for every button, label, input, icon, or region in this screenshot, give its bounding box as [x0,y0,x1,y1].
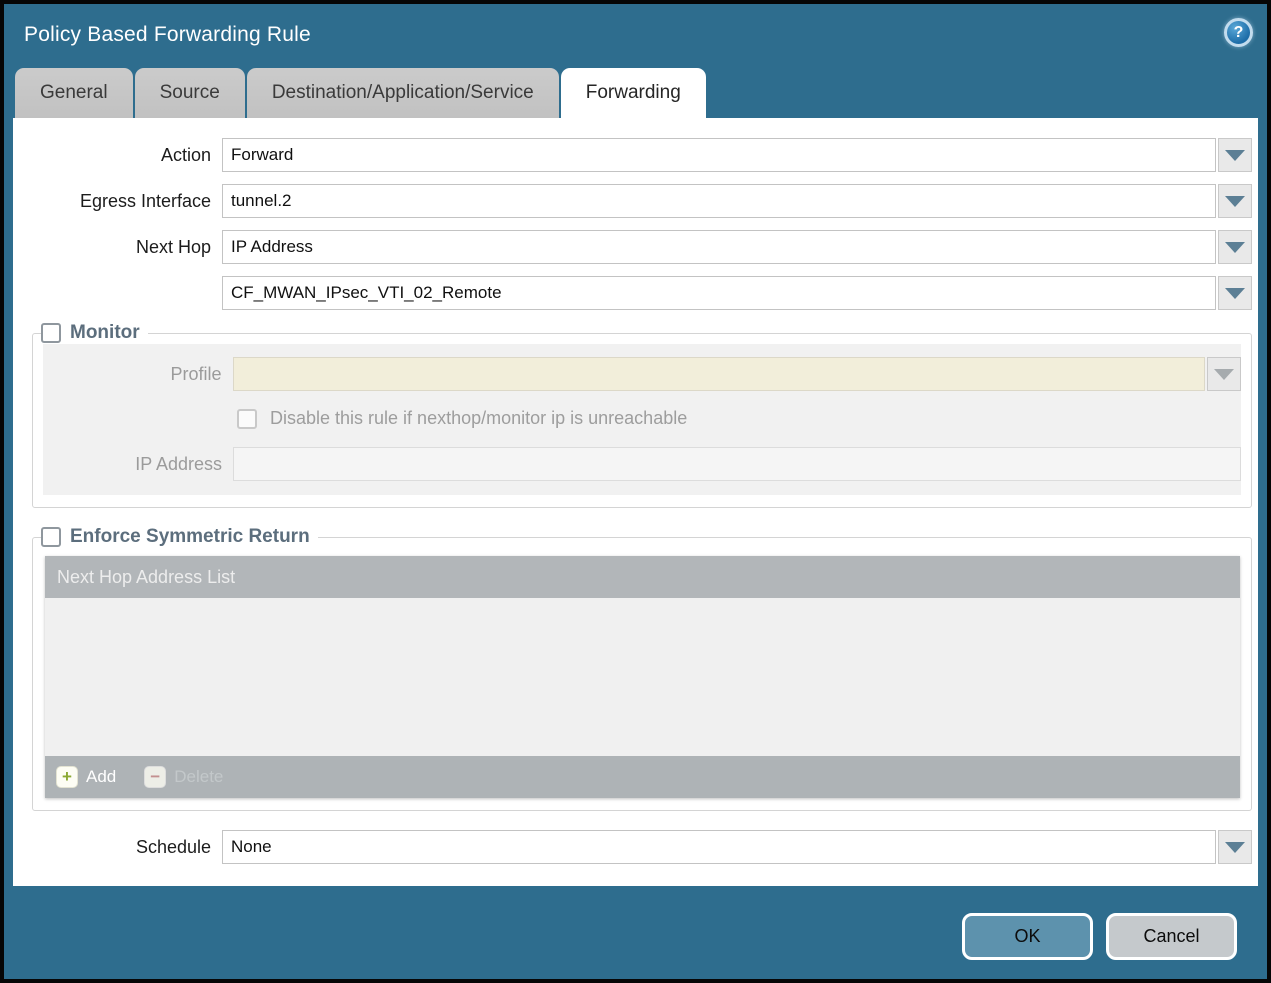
monitor-section: Monitor Profile Disable this rule if nex… [32,322,1252,508]
profile-label: Profile [43,357,233,391]
tab-general[interactable]: General [15,68,133,118]
tab-forwarding[interactable]: Forwarding [561,68,706,118]
schedule-input[interactable] [222,830,1216,864]
action-row: Action [13,138,1258,172]
chevron-down-icon [1225,150,1245,161]
chevron-down-icon [1214,369,1234,380]
monitor-checkbox[interactable] [41,323,61,343]
egress-interface-input[interactable] [222,184,1216,218]
add-button-label: Add [86,767,116,787]
chevron-down-icon [1225,842,1245,853]
egress-interface-row: Egress Interface [13,184,1258,218]
forwarding-tab-panel: Action Egress Interface Next Hop Monitor… [13,118,1258,886]
delete-button: − Delete [144,766,223,788]
enforce-symmetric-return-label: Enforce Symmetric Return [70,526,310,548]
disable-rule-checkbox [237,409,257,429]
schedule-row: Schedule [13,830,1258,864]
next-hop-address-input[interactable] [222,276,1216,310]
profile-input [233,357,1206,391]
profile-dropdown-button [1207,357,1241,391]
egress-interface-dropdown-button[interactable] [1218,184,1252,218]
dialog-title: Policy Based Forwarding Rule [24,23,311,46]
enforce-symmetric-return-checkbox[interactable] [41,527,61,547]
profile-row: Profile [43,357,1241,391]
egress-interface-label: Egress Interface [13,184,222,218]
schedule-label: Schedule [13,830,222,864]
next-hop-address-list-toolbar: + Add − Delete [45,756,1240,798]
enforce-symmetric-return-legend: Enforce Symmetric Return [41,526,318,548]
next-hop-dropdown-button[interactable] [1218,230,1252,264]
tab-bar: General Source Destination/Application/S… [4,68,1267,118]
monitor-panel: Profile Disable this rule if nexthop/mon… [43,344,1241,495]
action-dropdown-button[interactable] [1218,138,1252,172]
next-hop-address-dropdown-button[interactable] [1218,276,1252,310]
action-label: Action [13,138,222,172]
chevron-down-icon [1225,288,1245,299]
monitor-legend: Monitor [41,322,148,344]
dialog-footer: OK Cancel [4,886,1267,979]
minus-icon: − [144,766,166,788]
next-hop-address-list-table: Next Hop Address List + Add − Delete [45,556,1240,798]
tab-destination-application-service[interactable]: Destination/Application/Service [247,68,559,118]
action-input[interactable] [222,138,1216,172]
plus-icon: + [56,766,78,788]
schedule-dropdown-button[interactable] [1218,830,1252,864]
monitor-ip-input [233,447,1241,481]
monitor-ip-row: IP Address [43,447,1241,481]
tab-source[interactable]: Source [135,68,245,118]
next-hop-address-list-body[interactable] [45,598,1240,756]
cancel-button[interactable]: Cancel [1106,913,1237,960]
enforce-symmetric-return-section: Enforce Symmetric Return Next Hop Addres… [32,526,1252,811]
next-hop-address-spacer [13,276,222,310]
help-icon[interactable]: ? [1224,18,1253,47]
next-hop-row: Next Hop [13,230,1258,264]
chevron-down-icon [1225,196,1245,207]
next-hop-type-input[interactable] [222,230,1216,264]
next-hop-label: Next Hop [13,230,222,264]
ok-button[interactable]: OK [962,913,1093,960]
chevron-down-icon [1225,242,1245,253]
monitor-ip-label: IP Address [43,447,233,481]
monitor-label: Monitor [70,322,140,344]
add-button[interactable]: + Add [56,766,116,788]
next-hop-address-row [13,276,1258,310]
dialog-titlebar: Policy Based Forwarding Rule ? [4,4,1267,68]
delete-button-label: Delete [174,767,223,787]
next-hop-address-list-header: Next Hop Address List [45,556,1240,598]
disable-rule-label: Disable this rule if nexthop/monitor ip … [270,408,687,429]
disable-rule-row: Disable this rule if nexthop/monitor ip … [237,408,1241,429]
